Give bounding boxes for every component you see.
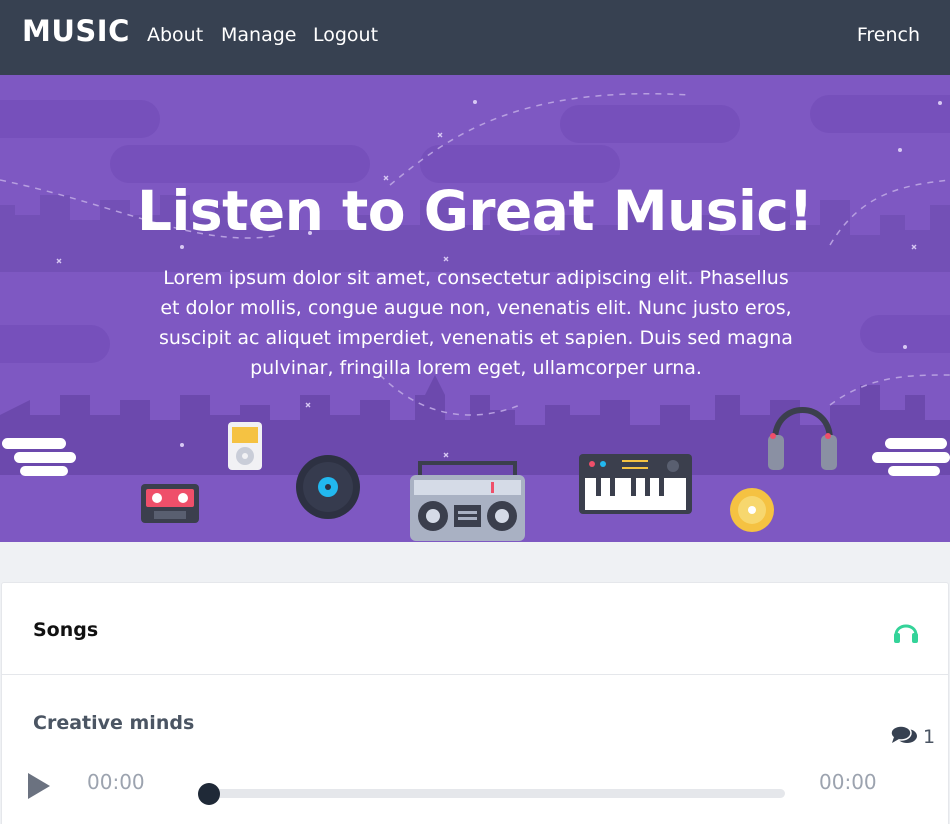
hero-title: Listen to Great Music! — [136, 179, 814, 243]
comments-icon — [890, 725, 917, 743]
nav-link-logout[interactable]: Logout — [313, 24, 378, 46]
language-switch[interactable]: French — [857, 24, 920, 46]
nav-link-manage[interactable]: Manage — [221, 24, 296, 46]
songs-heading: Songs — [33, 619, 99, 641]
navbar: MUSIC About Manage Logout French — [0, 0, 950, 75]
play-icon[interactable] — [26, 771, 52, 801]
song-title-link[interactable]: Creative minds — [33, 712, 194, 734]
comment-count: 1 — [923, 726, 936, 748]
songs-card: Songs Creative minds 1 00:00 00:00 — [1, 582, 949, 824]
progress-bar[interactable] — [200, 789, 785, 798]
hero-description: Lorem ipsum dolor sit amet, consectetur … — [159, 267, 793, 379]
progress-thumb[interactable] — [198, 783, 220, 805]
duration-time: 00:00 — [819, 770, 877, 794]
hero-banner: Listen to Great Music! Lorem ipsum dolor… — [0, 75, 950, 542]
nav-link-about[interactable]: About — [147, 24, 203, 46]
brand-logo[interactable]: MUSIC — [22, 14, 130, 48]
current-time: 00:00 — [87, 770, 145, 794]
headphones-icon — [894, 624, 918, 643]
songs-card-header: Songs — [2, 583, 948, 675]
